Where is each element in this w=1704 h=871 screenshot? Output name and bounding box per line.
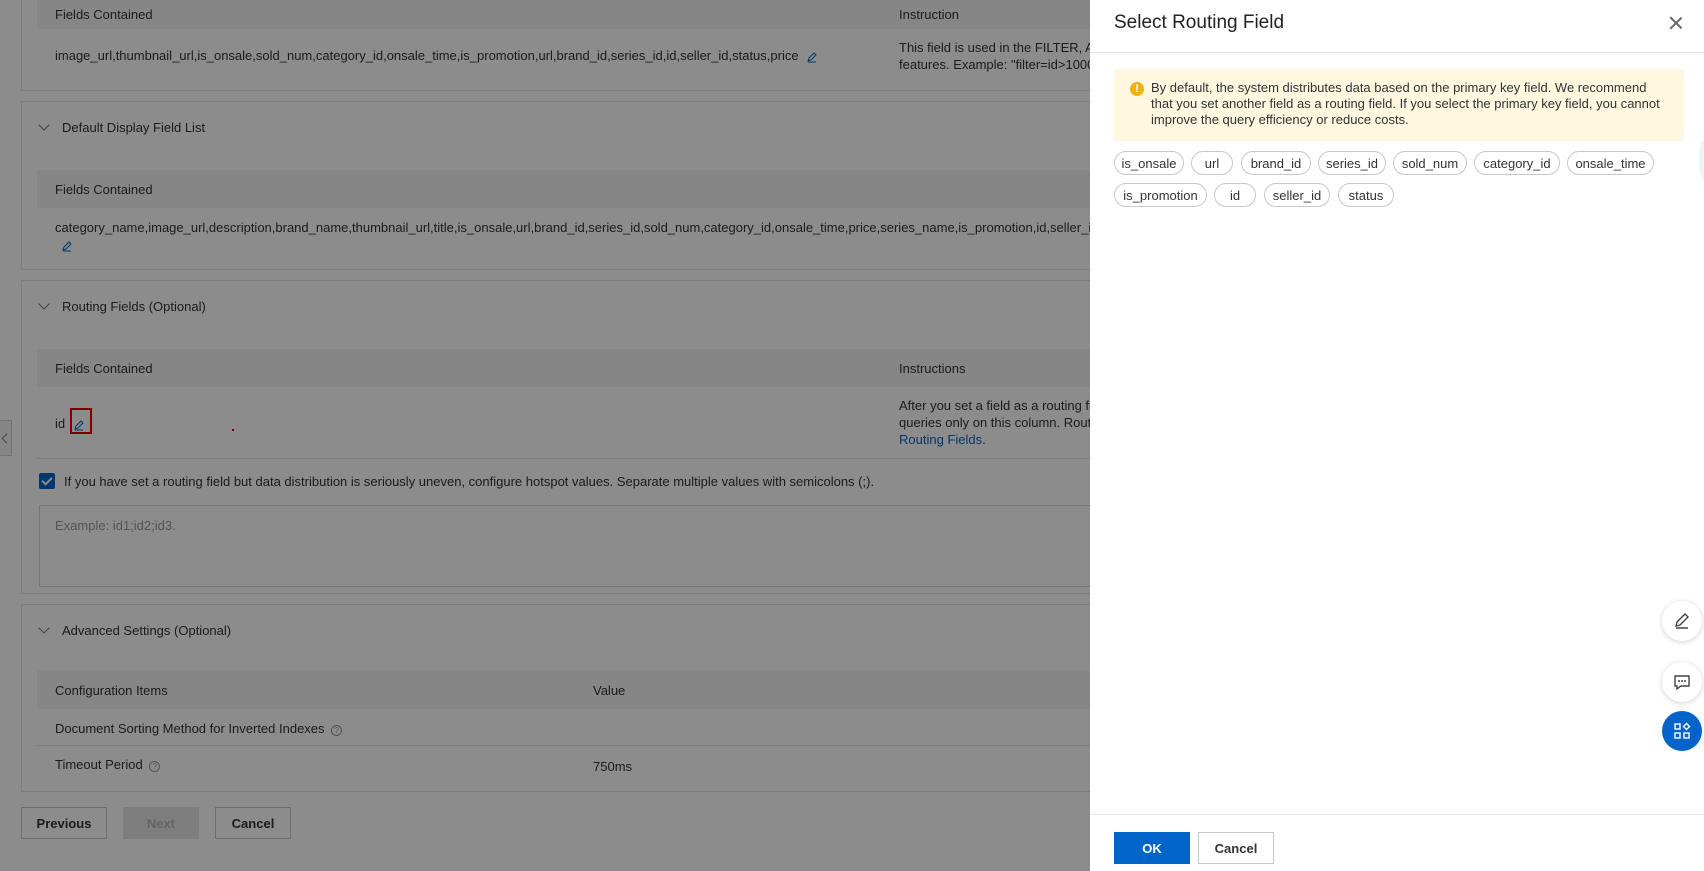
drawer-title: Select Routing Field [1114, 12, 1285, 33]
edit-icon [1675, 613, 1689, 629]
field-tag[interactable]: status [1338, 183, 1394, 207]
edit-float-button[interactable] [1662, 601, 1702, 641]
field-tag[interactable]: url [1191, 151, 1233, 175]
modal-overlay[interactable] [0, 0, 1090, 871]
apps-float-button[interactable] [1662, 711, 1702, 751]
edge-decoration [1699, 140, 1704, 180]
notice-box: ! By default, the system distributes dat… [1114, 69, 1684, 141]
feedback-float-button[interactable] [1662, 662, 1702, 702]
drawer-cancel-button[interactable]: Cancel [1198, 832, 1274, 864]
ok-button[interactable]: OK [1114, 832, 1190, 864]
apps-icon [1674, 722, 1691, 739]
field-tag[interactable]: brand_id [1241, 151, 1311, 175]
warning-icon: ! [1130, 82, 1144, 96]
field-tag[interactable]: category_id [1474, 151, 1560, 175]
field-tag[interactable]: seller_id [1264, 183, 1330, 207]
field-tag[interactable]: id [1214, 183, 1256, 207]
close-icon[interactable] [1668, 15, 1684, 31]
field-tag[interactable]: series_id [1318, 151, 1386, 175]
field-tag[interactable]: sold_num [1393, 151, 1467, 175]
field-tag[interactable]: is_promotion [1114, 183, 1207, 207]
select-routing-field-drawer: Select Routing Field ! By default, the s… [1090, 0, 1704, 871]
field-tag[interactable]: is_onsale [1114, 151, 1184, 175]
divider [1090, 52, 1704, 53]
notice-text: By default, the system distributes data … [1151, 80, 1660, 127]
chat-icon [1674, 675, 1690, 691]
drawer-footer: OK Cancel [1090, 814, 1704, 871]
field-tag[interactable]: onsale_time [1567, 151, 1654, 175]
